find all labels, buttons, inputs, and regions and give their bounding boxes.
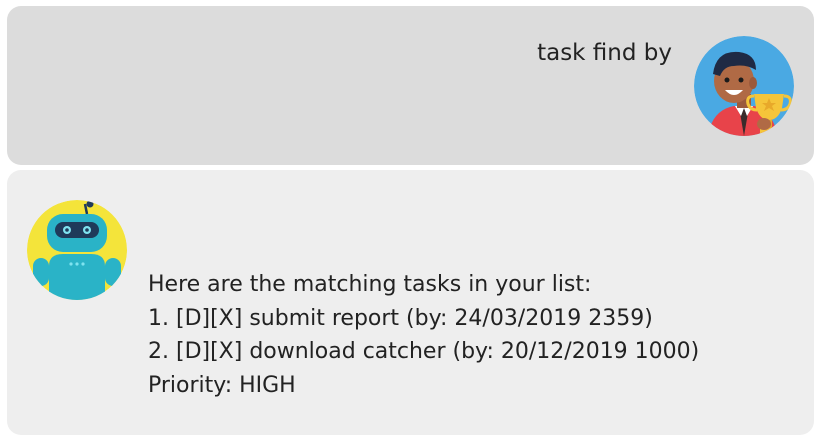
bot-message-line: Priority: HIGH (148, 372, 296, 398)
user-message-bubble: task find by (7, 6, 814, 165)
user-with-trophy-icon (694, 36, 794, 136)
bot-message-bubble: Here are the matching tasks in your list… (7, 170, 814, 435)
chat-window: task find by Here are the matching tasks… (0, 0, 822, 446)
bot-message-text: Here are the matching tasks in your list… (148, 268, 699, 402)
bot-message-line: Here are the matching tasks in your list… (148, 272, 592, 297)
bot-message-line: 1. [D][X] submit report (by: 24/03/2019 … (148, 305, 653, 331)
robot-icon (27, 200, 127, 300)
bot-message-line: 2. [D][X] download catcher (by: 20/12/20… (148, 339, 700, 364)
user-message-text: task find by (537, 40, 672, 66)
